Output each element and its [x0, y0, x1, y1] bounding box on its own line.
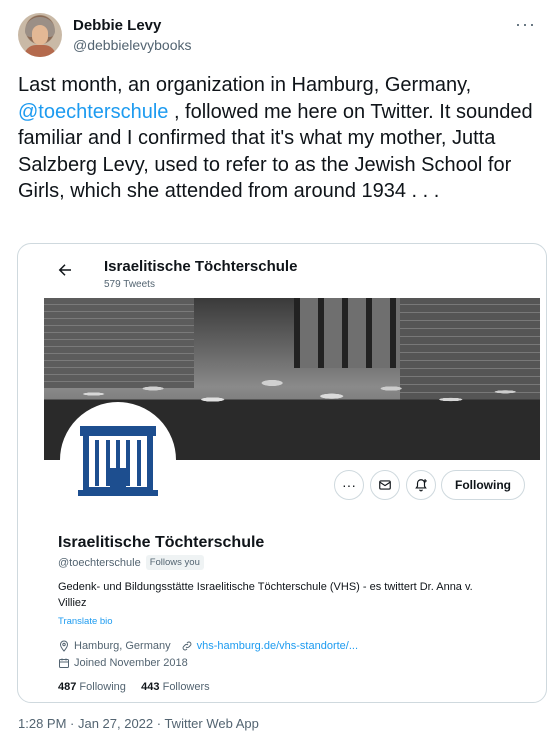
- author-handle[interactable]: @debbielevybooks: [73, 37, 192, 53]
- profile-meta-joined: Joined November 2018: [58, 657, 188, 669]
- school-logo-icon: [64, 406, 172, 514]
- bell-plus-icon: [415, 479, 427, 492]
- profile-website-link[interactable]: vhs-hamburg.de/vhs-standorte/...: [197, 640, 358, 652]
- following-label: Following: [79, 681, 126, 693]
- profile-meta-location-link: Hamburg, Germany vhs-hamburg.de/vhs-stan…: [58, 640, 358, 652]
- followers-count: 443: [141, 681, 160, 693]
- link-icon: [182, 641, 191, 651]
- tweet-header: Debbie Levy @debbielevybooks ···: [18, 12, 538, 62]
- map-pin-icon: [59, 640, 69, 652]
- profile-tweet-count: 579 Tweets: [104, 279, 155, 290]
- tweet-text-part: Last month, an organization in Hamburg, …: [18, 74, 472, 96]
- message-button[interactable]: [370, 470, 400, 500]
- profile-screenshot-card[interactable]: Israelitische Töchterschule 579 Tweets ·…: [17, 243, 547, 703]
- author-avatar[interactable]: [18, 13, 62, 57]
- tweet-timestamp[interactable]: 1:28 PM · Jan 27, 2022 · Twitter Web App: [18, 716, 259, 731]
- more-icon[interactable]: ···: [515, 14, 536, 35]
- following-stat[interactable]: 487 Following: [58, 681, 126, 693]
- profile-name: Israelitische Töchterschule: [58, 534, 265, 551]
- follows-you-badge: Follows you: [145, 555, 204, 570]
- profile-topbar: Israelitische Töchterschule 579 Tweets: [44, 244, 522, 296]
- more-options-button[interactable]: ···: [334, 470, 364, 500]
- envelope-icon: [379, 480, 391, 490]
- profile-handle: @toechterschule: [58, 556, 141, 569]
- author-display-name[interactable]: Debbie Levy: [73, 17, 161, 34]
- followers-stat[interactable]: 443 Followers: [141, 681, 210, 693]
- profile-topbar-title: Israelitische Töchterschule: [104, 258, 298, 275]
- profile-location: Hamburg, Germany: [74, 640, 171, 652]
- calendar-icon: [59, 658, 69, 668]
- notifications-button[interactable]: [406, 470, 436, 500]
- profile-joined-date: Joined November 2018: [74, 657, 188, 669]
- mention-link[interactable]: @toechterschule: [18, 101, 168, 123]
- profile-handle-row: @toechterschule Follows you: [58, 555, 204, 570]
- profile-avatar[interactable]: [60, 402, 176, 518]
- profile-bio: Gedenk- und Bildungsstätte Israelitische…: [58, 581, 473, 609]
- following-button[interactable]: Following: [441, 470, 525, 500]
- arrow-left-icon[interactable]: [56, 261, 74, 279]
- profile-stats: 487 Following 443 Followers: [58, 681, 210, 693]
- following-count: 487: [58, 681, 77, 693]
- followers-label: Followers: [162, 681, 210, 693]
- tweet-text: Last month, an organization in Hamburg, …: [18, 72, 538, 205]
- translate-bio-link[interactable]: Translate bio: [58, 616, 113, 627]
